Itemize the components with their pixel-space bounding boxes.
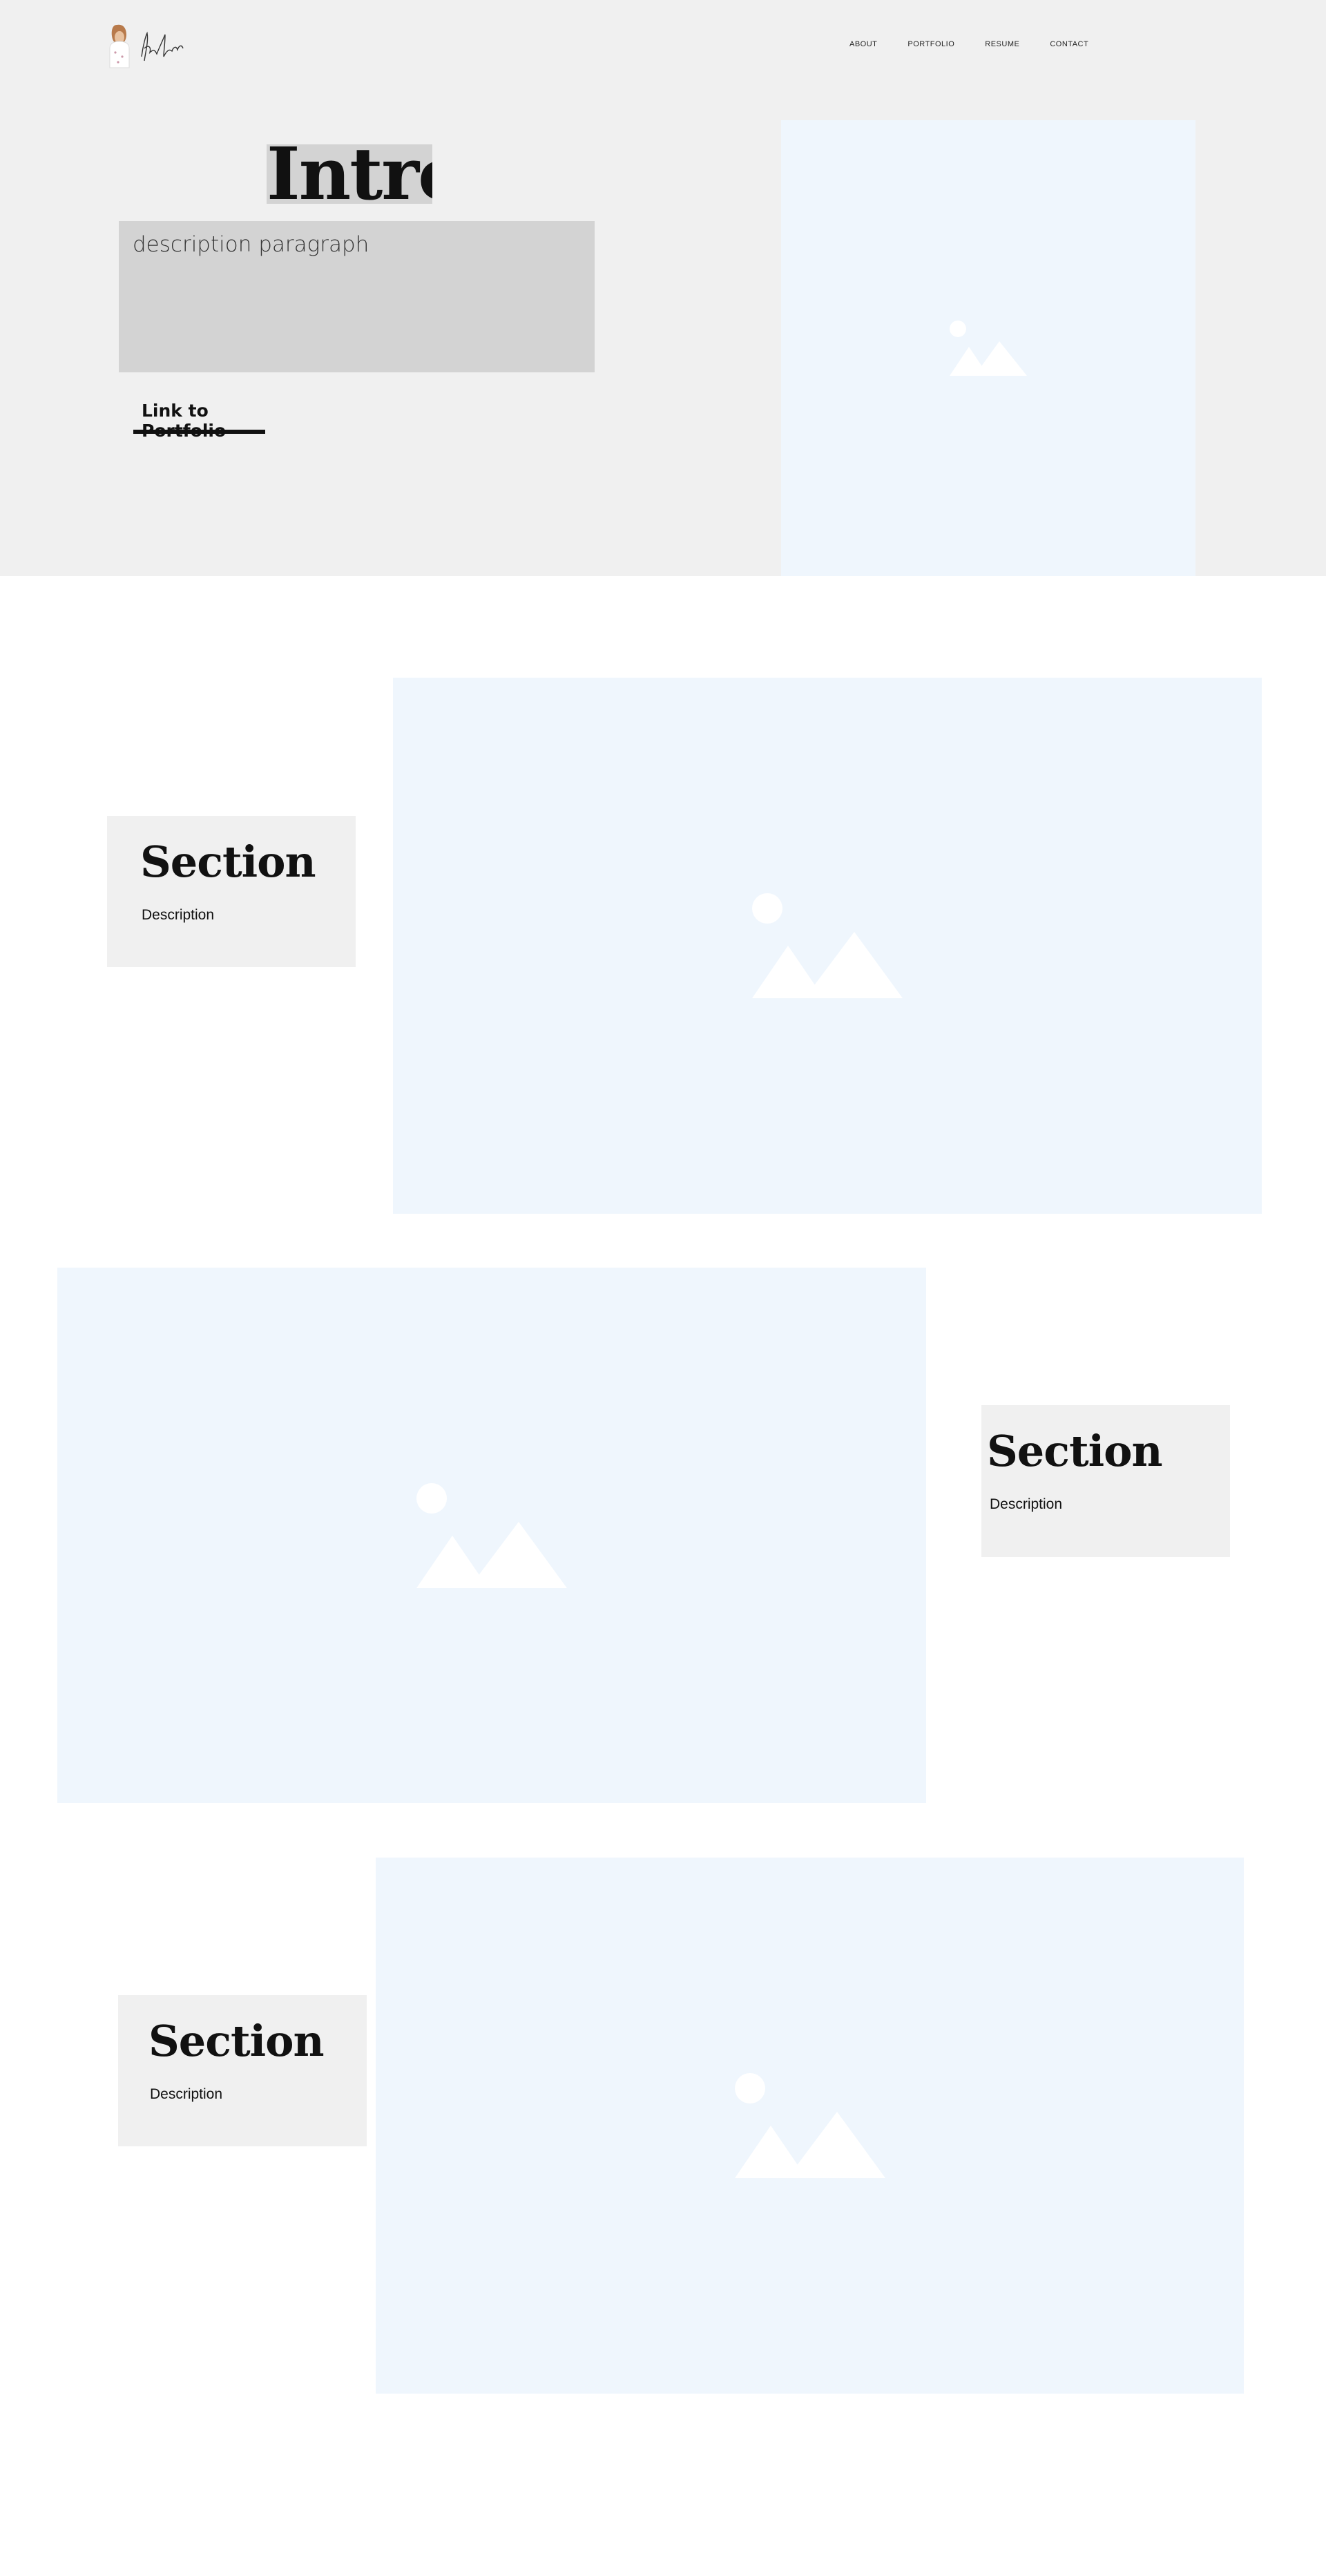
nav-resume[interactable]: RESUME [985, 40, 1019, 48]
section-2-title: Section [987, 1426, 1163, 1476]
image-placeholder-icon [950, 321, 1027, 376]
section-2-description: Description [990, 1496, 1063, 1512]
portfolio-link[interactable]: Link to Portfolio [133, 401, 265, 441]
nav-about[interactable]: ABOUT [849, 40, 877, 48]
nav-contact[interactable]: CONTACT [1050, 40, 1088, 48]
main-nav: ABOUT PORTFOLIO RESUME CONTACT [849, 40, 1119, 48]
section-2-card: Section Description [981, 1405, 1230, 1557]
image-placeholder-icon [752, 893, 903, 998]
hero-section: ABOUT PORTFOLIO RESUME CONTACT Intro des… [0, 0, 1326, 576]
logo[interactable] [106, 21, 195, 70]
logo-icon [109, 24, 184, 68]
section-1-title: Section [140, 837, 316, 887]
section-1-description: Description [142, 907, 215, 923]
image-placeholder-icon [416, 1482, 567, 1588]
section-3-description: Description [150, 2086, 223, 2102]
intro-description: description paragraph [119, 221, 595, 372]
section-1-card: Section Description [107, 816, 356, 967]
section-3-card: Section Description [118, 1995, 367, 2146]
section-3-image-placeholder [376, 1858, 1244, 2394]
image-placeholder-icon [734, 2073, 885, 2178]
hero-image-placeholder [781, 120, 1195, 576]
section-1-image-placeholder [393, 678, 1262, 1214]
section-3-title: Section [148, 2016, 325, 2066]
section-2-image-placeholder [57, 1268, 926, 1803]
intro-title: Intro [267, 144, 432, 204]
nav-portfolio[interactable]: PORTFOLIO [907, 40, 954, 48]
